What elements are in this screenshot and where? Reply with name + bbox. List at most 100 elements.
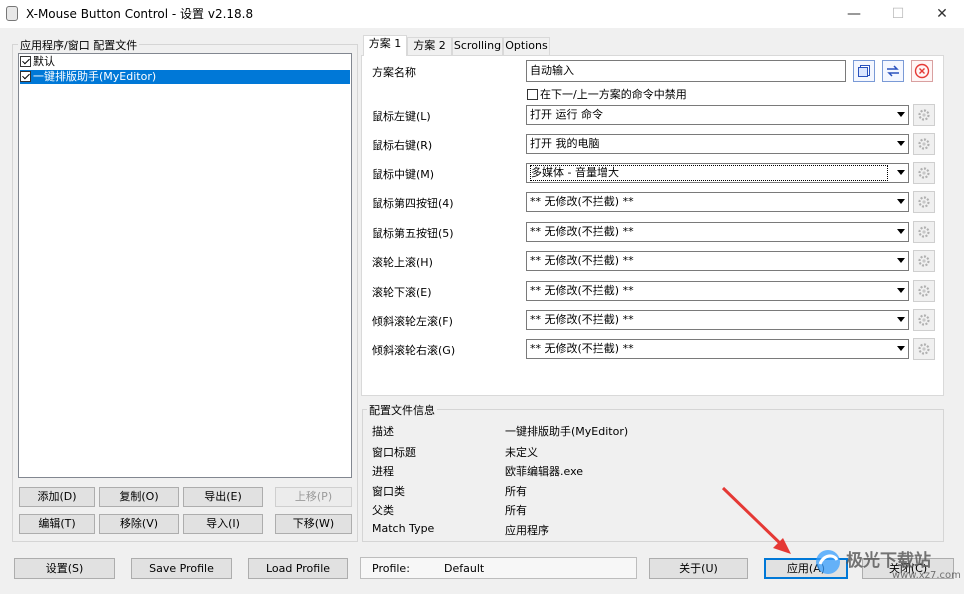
select-value: ** 无修改(不拦截) ** <box>530 254 634 267</box>
tilt-right-select[interactable]: ** 无修改(不拦截) ** <box>526 339 909 359</box>
button5-select[interactable]: ** 无修改(不拦截) ** <box>526 222 909 242</box>
gear-icon <box>918 167 930 179</box>
wheel-up-settings[interactable] <box>913 250 935 272</box>
tilt-right-label: 倾斜滚轮右滚(G) <box>372 344 456 357</box>
list-item[interactable]: 默认 <box>20 55 350 69</box>
profiles-group-label: 应用程序/窗口 配置文件 <box>18 37 140 53</box>
chevron-down-icon <box>897 112 905 117</box>
left-button-label: 鼠标左键(L) <box>372 110 431 123</box>
info-label-window-class: 窗口类 <box>372 485 405 498</box>
edit-button[interactable]: 编辑(T) <box>19 514 95 534</box>
tab-scheme-2[interactable]: 方案 2 <box>407 37 452 55</box>
chevron-down-icon <box>897 346 905 351</box>
title-bar: X-Mouse Button Control - 设置 v2.18.8 — ☐ … <box>0 0 964 28</box>
button4-settings[interactable] <box>913 191 935 213</box>
close-window-button[interactable]: ✕ <box>920 0 964 28</box>
watermark-url: www.xz7.com <box>892 570 961 581</box>
add-button[interactable]: 添加(D) <box>19 487 95 507</box>
window-title: X-Mouse Button Control - 设置 v2.18.8 <box>26 7 254 21</box>
select-value: ** 无修改(不拦截) ** <box>530 313 634 326</box>
button4-label: 鼠标第四按钮(4) <box>372 197 454 210</box>
middle-button-label: 鼠标中键(M) <box>372 168 435 181</box>
select-value: 多媒体 - 音量增大 <box>530 165 888 181</box>
clear-scheme-button[interactable] <box>911 60 933 82</box>
tab-options[interactable]: Options <box>503 37 550 55</box>
chevron-down-icon <box>897 288 905 293</box>
middle-button-settings[interactable] <box>913 162 935 184</box>
info-value-process: 欧菲编辑器.exe <box>505 465 584 478</box>
load-profile-button[interactable]: Load Profile <box>248 558 348 579</box>
save-profile-button[interactable]: Save Profile <box>131 558 232 579</box>
right-button-select[interactable]: 打开 我的电脑 <box>526 134 909 154</box>
wheel-down-select[interactable]: ** 无修改(不拦截) ** <box>526 281 909 301</box>
tilt-left-settings[interactable] <box>913 309 935 331</box>
select-value: 打开 运行 命令 <box>530 108 603 121</box>
gear-icon <box>918 343 930 355</box>
scheme-name-label: 方案名称 <box>372 66 416 79</box>
settings-button[interactable]: 设置(S) <box>14 558 115 579</box>
gear-icon <box>918 255 930 267</box>
select-value: ** 无修改(不拦截) ** <box>530 195 634 208</box>
copy-icon <box>858 65 870 77</box>
info-label-match-type: Match Type <box>372 522 435 535</box>
info-label-parent-class: 父类 <box>372 504 394 517</box>
right-button-label: 鼠标右键(R) <box>372 139 433 152</box>
right-button-settings[interactable] <box>913 133 935 155</box>
move-down-button[interactable]: 下移(W) <box>275 514 352 534</box>
copy-button[interactable]: 复制(O) <box>99 487 179 507</box>
tab-scrolling[interactable]: Scrolling <box>452 37 503 55</box>
wheel-up-label: 滚轮上滚(H) <box>372 256 433 269</box>
info-label-description: 描述 <box>372 425 394 438</box>
red-arrow-annotation <box>721 486 791 554</box>
select-value: ** 无修改(不拦截) ** <box>530 225 634 238</box>
wheel-down-label: 滚轮下滚(E) <box>372 286 432 299</box>
left-button-settings[interactable] <box>913 104 935 126</box>
swap-scheme-button[interactable] <box>882 60 904 82</box>
copy-scheme-button[interactable] <box>853 60 875 82</box>
info-value-window-class: 所有 <box>505 485 527 498</box>
disable-cycle-option[interactable]: 在下一/上一方案的命令中禁用 <box>527 86 687 102</box>
minimize-button[interactable]: — <box>832 0 876 28</box>
gear-icon <box>918 196 930 208</box>
select-value: 打开 我的电脑 <box>530 137 600 150</box>
status-value: Default <box>444 562 485 575</box>
gear-icon <box>918 226 930 238</box>
move-up-button[interactable]: 上移(P) <box>275 487 352 507</box>
info-value-match-type: 应用程序 <box>505 524 549 537</box>
checkbox-icon[interactable] <box>20 71 31 82</box>
tab-scheme-1[interactable]: 方案 1 <box>363 35 407 56</box>
export-button[interactable]: 导出(E) <box>183 487 263 507</box>
button4-select[interactable]: ** 无修改(不拦截) ** <box>526 192 909 212</box>
gear-icon <box>918 285 930 297</box>
chevron-down-icon <box>897 317 905 322</box>
tilt-right-settings[interactable] <box>913 338 935 360</box>
checkbox-icon[interactable] <box>20 56 31 67</box>
tilt-left-select[interactable]: ** 无修改(不拦截) ** <box>526 310 909 330</box>
profiles-list[interactable]: 默认 一键排版助手(MyEditor) <box>18 53 352 478</box>
scheme-name-input[interactable]: 自动输入 <box>526 60 846 82</box>
checkbox-icon[interactable] <box>527 89 538 100</box>
info-label-process: 进程 <box>372 465 394 478</box>
profile-info-label: 配置文件信息 <box>367 402 437 418</box>
profile-label: 默认 <box>33 55 55 68</box>
watermark-title: 极光下载站 <box>846 551 931 571</box>
select-value: ** 无修改(不拦截) ** <box>530 284 634 297</box>
info-value-window-title: 未定义 <box>505 446 538 459</box>
left-button-select[interactable]: 打开 运行 命令 <box>526 105 909 125</box>
wheel-up-select[interactable]: ** 无修改(不拦截) ** <box>526 251 909 271</box>
wheel-down-settings[interactable] <box>913 280 935 302</box>
about-button[interactable]: 关于(U) <box>649 558 748 579</box>
list-item[interactable]: 一键排版助手(MyEditor) <box>20 70 350 84</box>
chevron-down-icon <box>897 258 905 263</box>
tilt-left-label: 倾斜滚轮左滚(F) <box>372 315 453 328</box>
import-button[interactable]: 导入(I) <box>183 514 263 534</box>
maximize-button[interactable]: ☐ <box>876 0 920 28</box>
button5-settings[interactable] <box>913 221 935 243</box>
chevron-down-icon <box>897 199 905 204</box>
select-value: ** 无修改(不拦截) ** <box>530 342 634 355</box>
middle-button-select[interactable]: 多媒体 - 音量增大 <box>526 163 909 183</box>
app-mouse-icon <box>6 6 18 21</box>
disable-cycle-label: 在下一/上一方案的命令中禁用 <box>540 88 687 101</box>
status-label: Profile: <box>372 562 410 575</box>
remove-button[interactable]: 移除(V) <box>99 514 179 534</box>
